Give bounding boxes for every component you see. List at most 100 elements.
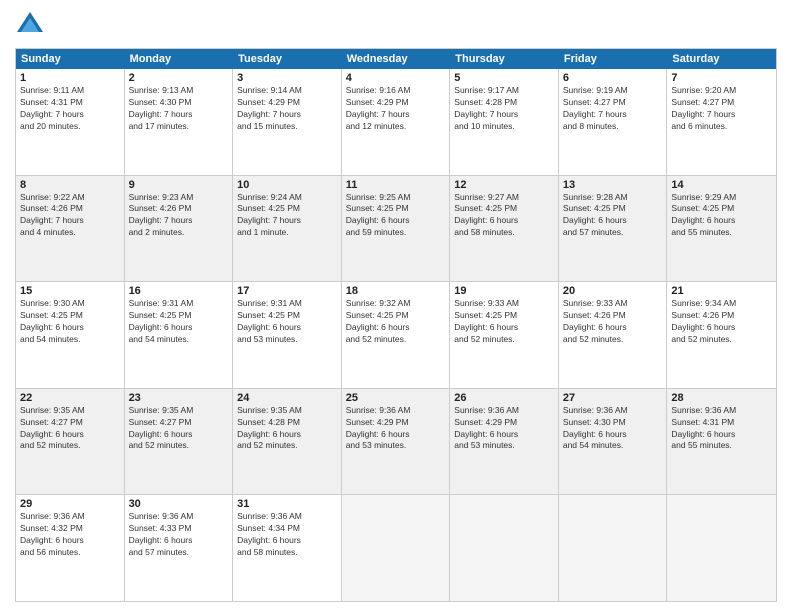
cell-info-line: Daylight: 6 hours xyxy=(454,322,554,334)
cell-info-line: Sunrise: 9:17 AM xyxy=(454,85,554,97)
day-number: 14 xyxy=(671,179,772,191)
cell-info-line: Daylight: 6 hours xyxy=(563,215,663,227)
cell-info-line: Sunrise: 9:36 AM xyxy=(563,405,663,417)
cell-info-line: and 8 minutes. xyxy=(563,121,663,133)
calendar-cell: 28Sunrise: 9:36 AMSunset: 4:31 PMDayligh… xyxy=(667,389,776,495)
cell-info-line: and 55 minutes. xyxy=(671,227,772,239)
cell-info-line: Sunrise: 9:19 AM xyxy=(563,85,663,97)
calendar-cell: 3Sunrise: 9:14 AMSunset: 4:29 PMDaylight… xyxy=(233,69,342,175)
cell-info-line: and 52 minutes. xyxy=(671,334,772,346)
cell-info-line: and 52 minutes. xyxy=(237,440,337,452)
cell-info-line: Sunrise: 9:32 AM xyxy=(346,298,446,310)
cell-info-line: Sunset: 4:25 PM xyxy=(454,203,554,215)
day-number: 10 xyxy=(237,179,337,191)
day-number: 18 xyxy=(346,285,446,297)
calendar-cell: 17Sunrise: 9:31 AMSunset: 4:25 PMDayligh… xyxy=(233,282,342,388)
cell-info-line: Sunrise: 9:23 AM xyxy=(129,192,229,204)
calendar-cell: 30Sunrise: 9:36 AMSunset: 4:33 PMDayligh… xyxy=(125,495,234,601)
cell-info-line: and 52 minutes. xyxy=(563,334,663,346)
calendar: SundayMondayTuesdayWednesdayThursdayFrid… xyxy=(15,48,777,602)
cell-info-line: Daylight: 7 hours xyxy=(237,109,337,121)
day-number: 26 xyxy=(454,392,554,404)
day-number: 24 xyxy=(237,392,337,404)
calendar-cell: 29Sunrise: 9:36 AMSunset: 4:32 PMDayligh… xyxy=(16,495,125,601)
cell-info-line: Sunset: 4:25 PM xyxy=(20,310,120,322)
day-number: 30 xyxy=(129,498,229,510)
cell-info-line: and 15 minutes. xyxy=(237,121,337,133)
calendar-cell: 5Sunrise: 9:17 AMSunset: 4:28 PMDaylight… xyxy=(450,69,559,175)
cell-info-line: Sunrise: 9:24 AM xyxy=(237,192,337,204)
day-number: 8 xyxy=(20,179,120,191)
cell-info-line: Sunset: 4:29 PM xyxy=(237,97,337,109)
cell-info-line: and 52 minutes. xyxy=(20,440,120,452)
cell-info-line: Sunset: 4:31 PM xyxy=(20,97,120,109)
cell-info-line: and 1 minute. xyxy=(237,227,337,239)
calendar-body: 1Sunrise: 9:11 AMSunset: 4:31 PMDaylight… xyxy=(16,69,776,601)
calendar-row-2: 8Sunrise: 9:22 AMSunset: 4:26 PMDaylight… xyxy=(16,176,776,283)
day-number: 22 xyxy=(20,392,120,404)
cell-info-line: and 20 minutes. xyxy=(20,121,120,133)
cell-info-line: Sunrise: 9:36 AM xyxy=(237,511,337,523)
logo xyxy=(15,10,49,40)
cell-info-line: Sunrise: 9:25 AM xyxy=(346,192,446,204)
cell-info-line: and 58 minutes. xyxy=(454,227,554,239)
cell-info-line: and 12 minutes. xyxy=(346,121,446,133)
calendar-cell xyxy=(450,495,559,601)
calendar-cell: 4Sunrise: 9:16 AMSunset: 4:29 PMDaylight… xyxy=(342,69,451,175)
cell-info-line: Sunset: 4:26 PM xyxy=(563,310,663,322)
calendar-cell: 12Sunrise: 9:27 AMSunset: 4:25 PMDayligh… xyxy=(450,176,559,282)
day-number: 19 xyxy=(454,285,554,297)
day-number: 29 xyxy=(20,498,120,510)
cell-info-line: Sunrise: 9:34 AM xyxy=(671,298,772,310)
cell-info-line: Sunset: 4:25 PM xyxy=(129,310,229,322)
day-number: 6 xyxy=(563,72,663,84)
cell-info-line: Daylight: 6 hours xyxy=(563,322,663,334)
cell-info-line: Daylight: 6 hours xyxy=(237,429,337,441)
cell-info-line: Sunrise: 9:14 AM xyxy=(237,85,337,97)
day-number: 16 xyxy=(129,285,229,297)
cell-info-line: Sunrise: 9:36 AM xyxy=(129,511,229,523)
cell-info-line: and 54 minutes. xyxy=(129,334,229,346)
cell-info-line: Sunrise: 9:16 AM xyxy=(346,85,446,97)
calendar-cell: 22Sunrise: 9:35 AMSunset: 4:27 PMDayligh… xyxy=(16,389,125,495)
cell-info-line: Daylight: 7 hours xyxy=(129,109,229,121)
cell-info-line: Sunset: 4:27 PM xyxy=(129,417,229,429)
logo-icon xyxy=(15,10,45,40)
cell-info-line: Sunset: 4:33 PM xyxy=(129,523,229,535)
cell-info-line: and 52 minutes. xyxy=(454,334,554,346)
cell-info-line: Daylight: 6 hours xyxy=(671,429,772,441)
cell-info-line: and 57 minutes. xyxy=(129,547,229,559)
cell-info-line: Daylight: 6 hours xyxy=(454,429,554,441)
calendar-cell: 10Sunrise: 9:24 AMSunset: 4:25 PMDayligh… xyxy=(233,176,342,282)
cell-info-line: Sunrise: 9:31 AM xyxy=(237,298,337,310)
cell-info-line: and 10 minutes. xyxy=(454,121,554,133)
day-number: 12 xyxy=(454,179,554,191)
cell-info-line: Sunset: 4:25 PM xyxy=(237,310,337,322)
cell-info-line: Daylight: 6 hours xyxy=(454,215,554,227)
cell-info-line: Daylight: 6 hours xyxy=(20,429,120,441)
cell-info-line: Daylight: 7 hours xyxy=(20,109,120,121)
calendar-cell xyxy=(559,495,668,601)
cell-info-line: Daylight: 7 hours xyxy=(346,109,446,121)
cell-info-line: Sunset: 4:26 PM xyxy=(20,203,120,215)
cell-info-line: Sunrise: 9:35 AM xyxy=(237,405,337,417)
cell-info-line: Daylight: 7 hours xyxy=(671,109,772,121)
cell-info-line: Sunset: 4:29 PM xyxy=(346,97,446,109)
cell-info-line: Sunrise: 9:31 AM xyxy=(129,298,229,310)
cell-info-line: and 55 minutes. xyxy=(671,440,772,452)
cell-info-line: Sunrise: 9:11 AM xyxy=(20,85,120,97)
day-number: 7 xyxy=(671,72,772,84)
cell-info-line: Sunrise: 9:36 AM xyxy=(20,511,120,523)
cell-info-line: and 54 minutes. xyxy=(563,440,663,452)
cell-info-line: Sunrise: 9:35 AM xyxy=(20,405,120,417)
cell-info-line: Sunset: 4:25 PM xyxy=(454,310,554,322)
cell-info-line: Sunset: 4:25 PM xyxy=(237,203,337,215)
cell-info-line: and 52 minutes. xyxy=(129,440,229,452)
cell-info-line: Sunset: 4:27 PM xyxy=(563,97,663,109)
cell-info-line: Sunset: 4:28 PM xyxy=(454,97,554,109)
cell-info-line: Sunset: 4:30 PM xyxy=(563,417,663,429)
cell-info-line: Sunrise: 9:33 AM xyxy=(563,298,663,310)
day-number: 3 xyxy=(237,72,337,84)
cell-info-line: Sunrise: 9:36 AM xyxy=(671,405,772,417)
day-number: 9 xyxy=(129,179,229,191)
